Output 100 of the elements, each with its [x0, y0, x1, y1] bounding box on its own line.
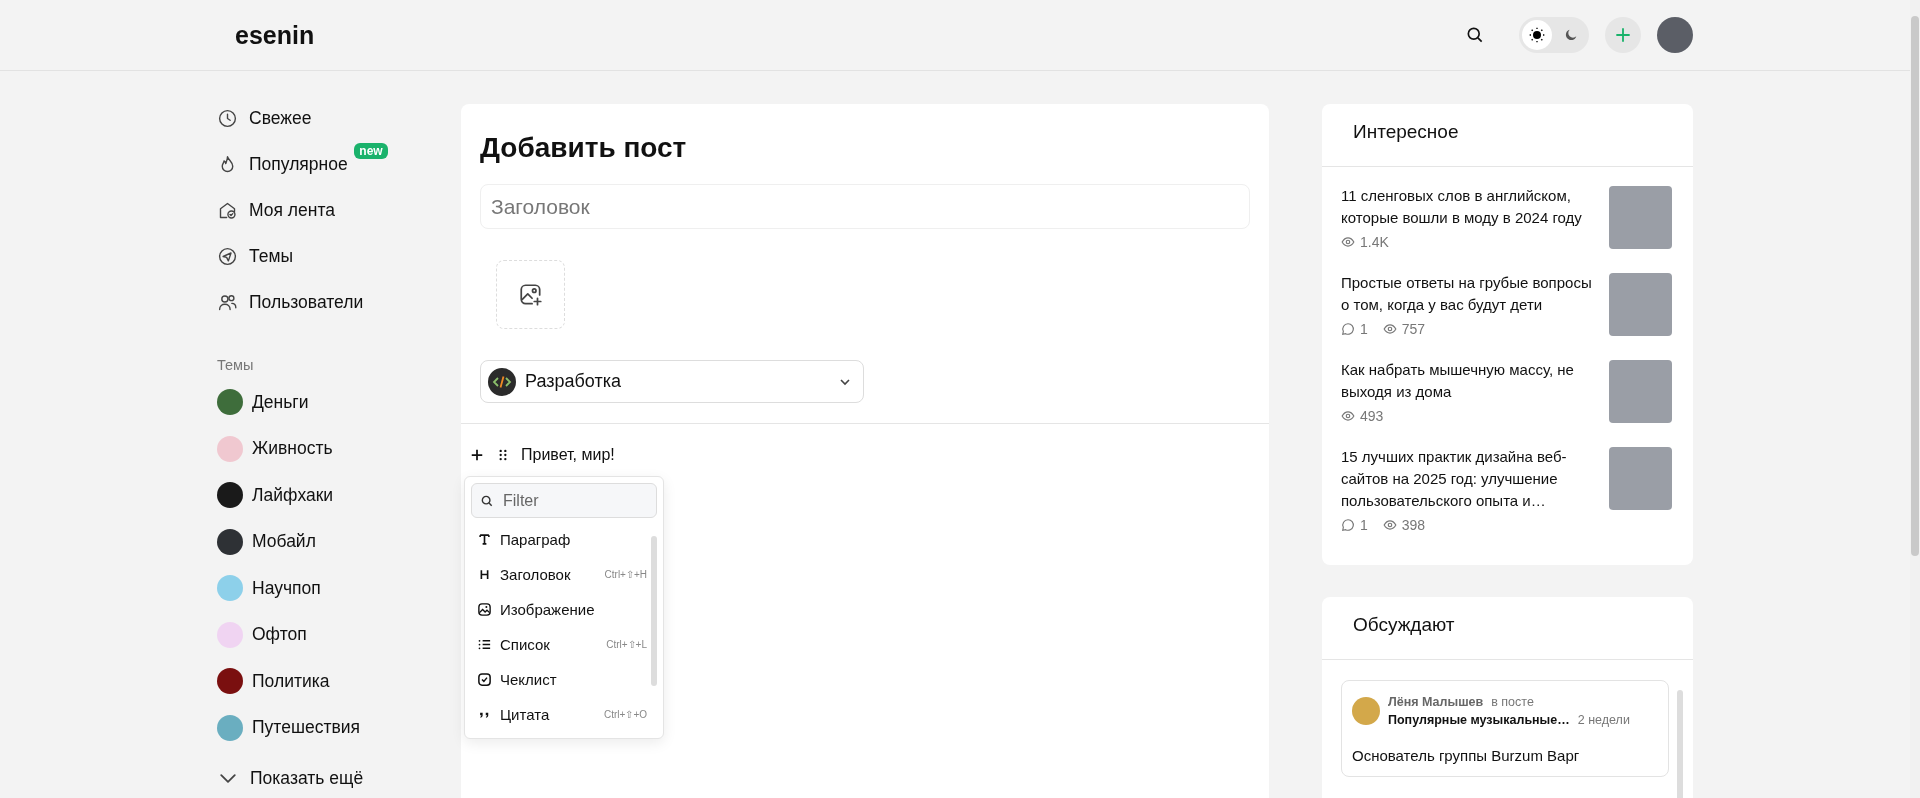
topic-label: Деньги [252, 391, 309, 413]
card-title: Интересное [1322, 104, 1693, 167]
menu-item-label: Список [500, 636, 551, 653]
title-input-field[interactable]: Заголовок [480, 184, 1250, 229]
photo-placeholder[interactable] [1609, 447, 1672, 510]
topic-item[interactable]: Путешествия [217, 708, 360, 747]
show-more-link[interactable]: Показать ещё [217, 755, 364, 798]
topic-label: Политика [252, 670, 330, 692]
post-title-link[interactable]: 15 лучших практик дизайна веб-сайтов на 2025 год: улучшение пользовательского опыта и… [1341, 446, 1593, 512]
menu-item-label: Параграф [500, 531, 572, 548]
comment-card[interactable]: Лёня Малышев в посте Популярные музыкальные… 2 недели Основатель группы Burzum Варг [1341, 680, 1669, 777]
text-icon [477, 532, 492, 547]
photo-placeholder[interactable] [1609, 273, 1672, 336]
topic-label: Лайфхаки [252, 484, 334, 506]
view-count: 398 [1401, 517, 1426, 533]
menu-item[interactable]: Изображение [471, 592, 651, 627]
section-heading: Темы [217, 357, 255, 373]
list-icon [477, 637, 492, 652]
send-icon [217, 245, 238, 267]
new-badge: new [354, 143, 388, 159]
topic-label: Научпоп [252, 577, 321, 599]
nav-label: Популярное [249, 153, 348, 175]
topic-item[interactable]: Мобайл [217, 522, 316, 561]
image-upload-button[interactable] [496, 260, 565, 329]
view-count: 757 [1401, 321, 1426, 337]
site-logo[interactable]: esenin [217, 20, 315, 50]
image-icon [477, 602, 492, 617]
sidebar-item[interactable]: Пользователи [217, 279, 364, 325]
menu-item-label: Изображение [500, 601, 596, 618]
paragraph-text: Привет, мир! [521, 446, 615, 464]
image-plus-icon [517, 281, 544, 308]
menu-item-label: Чеклист [500, 671, 558, 688]
sun-icon [1529, 27, 1545, 43]
keyboard-shortcut: Ctrl+⇧+L [606, 639, 647, 650]
post-link[interactable]: Популярные музыкальные… [1388, 711, 1570, 729]
topic-item[interactable]: Политика [217, 662, 330, 700]
card-title: Обсуждают [1322, 597, 1693, 660]
post-title-link[interactable]: Простые ответы на грубые вопросы о том, когда у вас будут дети [1341, 272, 1593, 316]
add-post-button[interactable] [1605, 17, 1641, 53]
author-name[interactable]: Лёня Малышев [1388, 693, 1484, 711]
page-title: Добавить пост [480, 132, 687, 164]
topic-label: Путешествия [252, 717, 360, 738]
nav-label: Свежее [249, 107, 312, 129]
user-avatar[interactable] [1657, 17, 1693, 53]
menu-item[interactable]: Заголовок Ctrl+⇧+H [471, 557, 651, 592]
post-title-link[interactable]: 11 сленговых слов в английском, которые вошли в моду в 2024 году [1341, 185, 1593, 229]
comment-count: 1 [1360, 321, 1368, 337]
eye-icon [1382, 322, 1397, 336]
comment-icon [1341, 518, 1355, 532]
topic-label: Мобайл [252, 531, 316, 552]
context-label: в посте [1491, 694, 1534, 711]
nav-label: Темы [249, 245, 294, 267]
sidebar-item[interactable]: Темы [217, 233, 294, 279]
menu-item-label: Заголовок [500, 566, 572, 583]
scrollbar-thumb[interactable] [1911, 16, 1919, 556]
plus-icon [470, 448, 484, 462]
view-count: 1.4K [1360, 234, 1389, 250]
menu-item[interactable]: Параграф [471, 522, 651, 557]
nav-label: Пользователи [249, 291, 364, 313]
menu-item[interactable]: Цитата Ctrl+⇧+O [471, 697, 651, 732]
topic-item[interactable]: Деньги [217, 383, 309, 421]
nav-label: Моя лента [249, 199, 335, 221]
eye-icon [1341, 409, 1355, 423]
menu-item[interactable]: Чеклист [471, 662, 651, 697]
photo-placeholder[interactable] [1609, 360, 1672, 423]
keyboard-shortcut: Ctrl+⇧+H [604, 569, 647, 580]
code-icon [488, 367, 516, 396]
topic-item[interactable]: Лайфхаки [217, 476, 334, 514]
sidebar-item[interactable]: Моя лента [217, 187, 335, 233]
post-title-link[interactable]: Как набрать мышечную массу, не выходя из дома [1341, 359, 1593, 403]
scrollbar-thumb[interactable] [651, 536, 657, 686]
topic-item[interactable]: Научпоп [217, 569, 321, 607]
keyboard-shortcut: Ctrl+⇧+O [604, 709, 647, 720]
topic-label: Офтоп [252, 624, 307, 645]
show-more-label: Показать ещё [250, 767, 364, 789]
dropdown-value: Разработка [525, 371, 622, 392]
plus-icon [1613, 25, 1633, 45]
view-count: 493 [1360, 408, 1384, 424]
sidebar-item[interactable]: Свежее [217, 95, 312, 141]
menu-item[interactable]: Список Ctrl+⇧+L [471, 627, 651, 662]
topic-item[interactable]: Офтоп [217, 615, 307, 654]
comment-time: 2 недели [1577, 712, 1630, 729]
comment-text: Основатель группы Burzum Варг [1352, 747, 1581, 764]
topic-item[interactable]: Живность [217, 429, 333, 468]
eye-icon [1382, 518, 1397, 532]
search-icon [1465, 25, 1485, 45]
checkbox-icon [477, 672, 492, 687]
photo-placeholder[interactable] [1609, 186, 1672, 249]
moon-icon [1563, 27, 1579, 43]
comment-icon [1341, 322, 1355, 336]
filter-field[interactable]: Filter [471, 483, 657, 518]
chevron-down-icon [220, 773, 236, 783]
topic-dropdown[interactable]: Разработка [480, 360, 864, 403]
author-avatar [1352, 697, 1380, 725]
eye-icon [1341, 235, 1355, 249]
light-theme-button[interactable] [1522, 20, 1552, 50]
clock-icon [217, 107, 238, 129]
menu-item-label: Цитата [500, 706, 551, 723]
topic-label: Живность [252, 438, 333, 459]
comment-count: 1 [1360, 517, 1368, 533]
